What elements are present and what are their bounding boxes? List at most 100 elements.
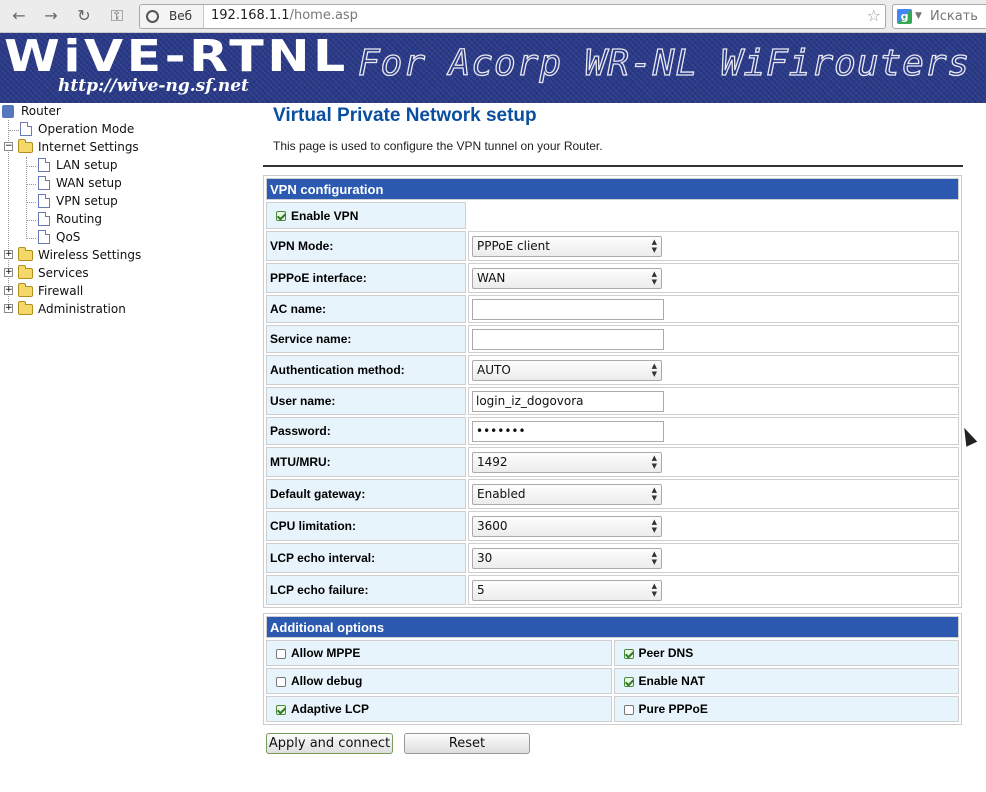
banner-tagline: For Acorp WR-NL WiFirouters [357, 42, 971, 84]
default-gateway-select[interactable]: Enabled ▲ ▼ [472, 483, 662, 505]
sidebar-item-administration[interactable]: + Administration [0, 301, 248, 319]
sidebar-item-wan-setup[interactable]: WAN setup [0, 175, 248, 193]
sidebar-item-wireless-settings[interactable]: + Wireless Settings [0, 247, 248, 265]
peer-dns-option[interactable]: Peer DNS [613, 640, 959, 666]
field-label: PPPoE interface: [266, 263, 466, 293]
expand-icon[interactable]: + [4, 304, 13, 313]
select-value: WAN [477, 270, 506, 285]
brand-logo: WiVE-RTNL [4, 31, 349, 82]
field-label: Service name: [266, 325, 466, 353]
folder-open-icon [18, 139, 33, 153]
sidebar-item-internet-settings[interactable]: − Internet Settings [0, 139, 248, 157]
select-value: AUTO [477, 362, 511, 377]
adaptive-lcp-option[interactable]: Adaptive LCP [266, 696, 612, 722]
main-content: Virtual Private Network setup This page … [248, 103, 986, 792]
google-logo-icon[interactable]: g [897, 9, 912, 24]
allow-debug-option[interactable]: Allow debug [266, 668, 612, 694]
divider [263, 165, 963, 167]
expand-icon[interactable]: + [4, 268, 13, 277]
field-label: LCP echo failure: [266, 575, 466, 605]
sidebar-tree: Router Operation Mode − Internet Setting… [0, 103, 248, 792]
allow-mppe-checkbox[interactable] [276, 648, 286, 659]
sidebar-item-label: Routing [56, 212, 103, 226]
page-icon [38, 212, 50, 226]
tree-root-router[interactable]: Router [0, 103, 248, 121]
address-bar[interactable]: Веб 192.168.1.1/home.asp ☆ [139, 4, 886, 29]
globe-icon [146, 10, 159, 23]
sidebar-item-label: QoS [56, 230, 81, 244]
option-label: Allow debug [291, 674, 363, 688]
reset-button[interactable]: Reset [404, 733, 530, 754]
vpn-mode-select[interactable]: PPPoE client ▲ ▼ [472, 235, 662, 257]
select-value: 5 [477, 582, 485, 597]
lcp-echo-interval-select[interactable]: 30 ▲ ▼ [472, 547, 662, 569]
field-label: MTU/MRU: [266, 447, 466, 477]
sidebar-item-lan-setup[interactable]: LAN setup [0, 157, 248, 175]
expand-icon[interactable]: + [4, 250, 13, 259]
field-label: LCP echo interval: [266, 543, 466, 573]
site-url-link[interactable]: http://wive-ng.sf.net [58, 76, 249, 96]
chevron-down-icon[interactable]: ▼ [915, 11, 922, 21]
select-value: 3600 [477, 518, 508, 533]
vpn-config-table: VPN configuration Enable VPN VPN Mode: P… [263, 175, 962, 608]
lcp-echo-failure-select[interactable]: 5 ▲ ▼ [472, 579, 662, 601]
reload-icon[interactable]: ↻ [74, 6, 94, 26]
bookmark-star-icon[interactable]: ☆ [867, 6, 881, 25]
select-arrows-icon: ▲ ▼ [651, 453, 657, 470]
enable-vpn-label: Enable VPN [291, 208, 359, 223]
ac-name-input[interactable] [472, 298, 664, 320]
additional-options-table: Additional options Allow MPPE Peer DNS A… [263, 613, 962, 725]
user-name-input[interactable]: login_iz_dogovora [472, 390, 664, 412]
sidebar-item-routing[interactable]: Routing [0, 211, 248, 229]
url-text[interactable]: 192.168.1.1/home.asp [211, 8, 358, 23]
select-value: PPPoE client [477, 238, 550, 253]
sidebar-item-services[interactable]: + Services [0, 265, 248, 283]
option-label: Peer DNS [638, 646, 694, 660]
additional-options-header: Additional options [266, 616, 959, 638]
option-label: Enable NAT [638, 674, 705, 688]
key-icon[interactable]: ⚿ [106, 6, 128, 26]
field-label: CPU limitation: [266, 511, 466, 541]
site-info-label: Веб [169, 9, 193, 23]
adaptive-lcp-checkbox[interactable] [276, 704, 286, 715]
sidebar-item-vpn-setup[interactable]: VPN setup [0, 193, 248, 211]
sidebar-item-label: Services [38, 266, 89, 280]
forward-icon[interactable]: → [41, 6, 61, 26]
enable-vpn-checkbox[interactable] [276, 211, 286, 222]
password-input[interactable]: ••••••• [472, 420, 664, 442]
expand-icon[interactable]: + [4, 286, 13, 295]
pure-pppoe-option[interactable]: Pure PPPoE [613, 696, 959, 722]
option-label: Allow MPPE [291, 646, 361, 660]
allow-debug-checkbox[interactable] [276, 676, 286, 687]
sidebar-item-label: WAN setup [56, 176, 122, 190]
sidebar-item-operation-mode[interactable]: Operation Mode [0, 121, 248, 139]
collapse-icon[interactable]: − [4, 142, 13, 151]
page-icon [38, 230, 50, 244]
site-info-chip[interactable]: Веб [140, 5, 204, 28]
mtu-mru-select[interactable]: 1492 ▲ ▼ [472, 451, 662, 473]
apply-connect-button[interactable]: Apply and connect [266, 733, 393, 754]
pppoe-interface-select[interactable]: WAN ▲ ▼ [472, 267, 662, 289]
enable-nat-checkbox[interactable] [623, 676, 634, 687]
sidebar-item-firewall[interactable]: + Firewall [0, 283, 248, 301]
url-host: 192.168.1.1 [211, 8, 290, 23]
page-icon [38, 194, 50, 208]
url-path: /home.asp [289, 8, 358, 23]
search-box[interactable]: g ▼ Искать [892, 4, 986, 29]
enable-nat-option[interactable]: Enable NAT [613, 668, 959, 694]
sidebar-item-label: Internet Settings [38, 140, 139, 154]
folder-icon [18, 301, 33, 315]
pure-pppoe-checkbox[interactable] [623, 704, 634, 715]
sidebar-item-qos[interactable]: QoS [0, 229, 248, 247]
folder-icon [18, 283, 33, 297]
allow-mppe-option[interactable]: Allow MPPE [266, 640, 612, 666]
vpn-config-header: VPN configuration [266, 178, 959, 200]
back-icon[interactable]: ← [9, 6, 29, 26]
select-arrows-icon: ▲ ▼ [651, 549, 657, 566]
peer-dns-checkbox[interactable] [623, 648, 634, 659]
cpu-limitation-select[interactable]: 3600 ▲ ▼ [472, 515, 662, 537]
auth-method-select[interactable]: AUTO ▲ ▼ [472, 359, 662, 381]
sidebar-item-label: LAN setup [56, 158, 118, 172]
router-icon [2, 105, 14, 118]
service-name-input[interactable] [472, 328, 664, 350]
